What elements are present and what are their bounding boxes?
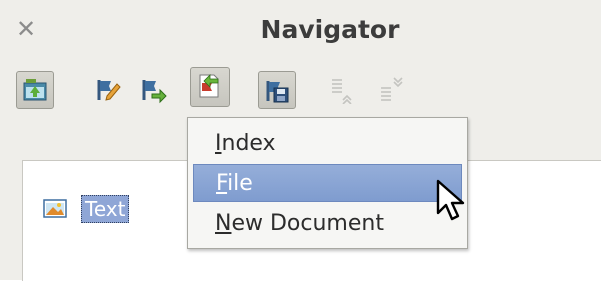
- drag-mode-button[interactable]: [190, 67, 230, 107]
- menu-item-label: ew Document: [231, 211, 384, 236]
- menu-item-index[interactable]: Index: [193, 125, 462, 163]
- tree-item-label: Text: [81, 195, 130, 223]
- promote-level-button[interactable]: [322, 71, 360, 109]
- promote-level-icon: [332, 79, 352, 104]
- close-icon[interactable]: ✕: [16, 14, 36, 44]
- menu-item-mnemonic: F: [216, 171, 228, 196]
- navigator-panel: ✕ Navigator Text Index File New Document: [0, 0, 601, 281]
- navigator-toggle-icon: [23, 79, 47, 101]
- menu-item-new-document[interactable]: New Document: [193, 205, 462, 243]
- demote-level-button[interactable]: [373, 71, 411, 109]
- go-to-next-icon: [142, 80, 167, 104]
- title-bar: ✕ Navigator: [0, 0, 601, 60]
- edit-button[interactable]: [90, 71, 128, 109]
- save-document-icon: [266, 81, 289, 103]
- menu-item-label: ile: [227, 171, 253, 196]
- save-document-button[interactable]: [258, 71, 296, 109]
- navigator-toggle-button[interactable]: [16, 71, 54, 109]
- demote-level-icon: [381, 77, 403, 101]
- text-document-icon: [43, 199, 67, 218]
- go-to-next-button[interactable]: [135, 71, 173, 109]
- menu-item-mnemonic: N: [215, 211, 232, 236]
- edit-pencil-icon: [97, 80, 121, 101]
- menu-item-file[interactable]: File: [193, 164, 462, 202]
- window-title: Navigator: [260, 15, 400, 44]
- menu-item-label: ndex: [221, 131, 276, 156]
- dropdown-menu: Index File New Document: [187, 117, 468, 249]
- toolbar: [0, 60, 601, 120]
- mouse-pointer-icon: [436, 179, 465, 221]
- drag-mode-icon: [199, 74, 219, 98]
